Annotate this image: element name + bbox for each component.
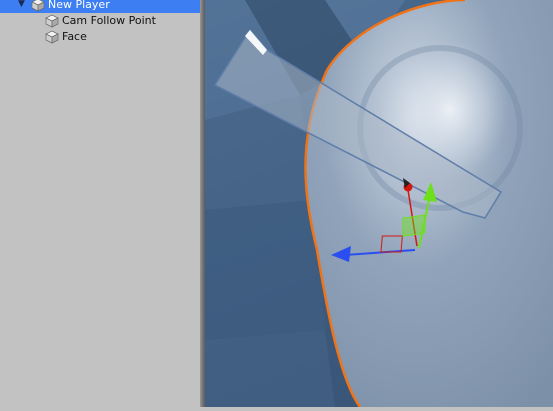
- hierarchy-item-label: New Player: [48, 0, 110, 13]
- gameobject-cube-icon: [31, 0, 45, 12]
- scene-viewport[interactable]: [205, 0, 553, 407]
- hierarchy-item-label: Cam Follow Point: [62, 13, 156, 29]
- hierarchy-item-cam-follow-point[interactable]: Cam Follow Point: [0, 13, 200, 29]
- hierarchy-item-face[interactable]: Face: [0, 29, 200, 45]
- gameobject-cube-icon: [45, 14, 59, 28]
- gameobject-cube-icon: [45, 30, 59, 44]
- floor-tile: [205, 330, 335, 407]
- expand-arrow-icon[interactable]: ▼: [18, 0, 30, 13]
- hierarchy-item-new-player[interactable]: ▼ New Player: [0, 0, 200, 13]
- hierarchy-panel: ▼ New Player Cam Follow Point Face: [0, 0, 200, 407]
- scene-view[interactable]: [205, 0, 553, 407]
- floor-tile: [205, 200, 325, 340]
- yz-plane-handle[interactable]: [403, 215, 425, 236]
- hierarchy-item-label: Face: [62, 29, 87, 45]
